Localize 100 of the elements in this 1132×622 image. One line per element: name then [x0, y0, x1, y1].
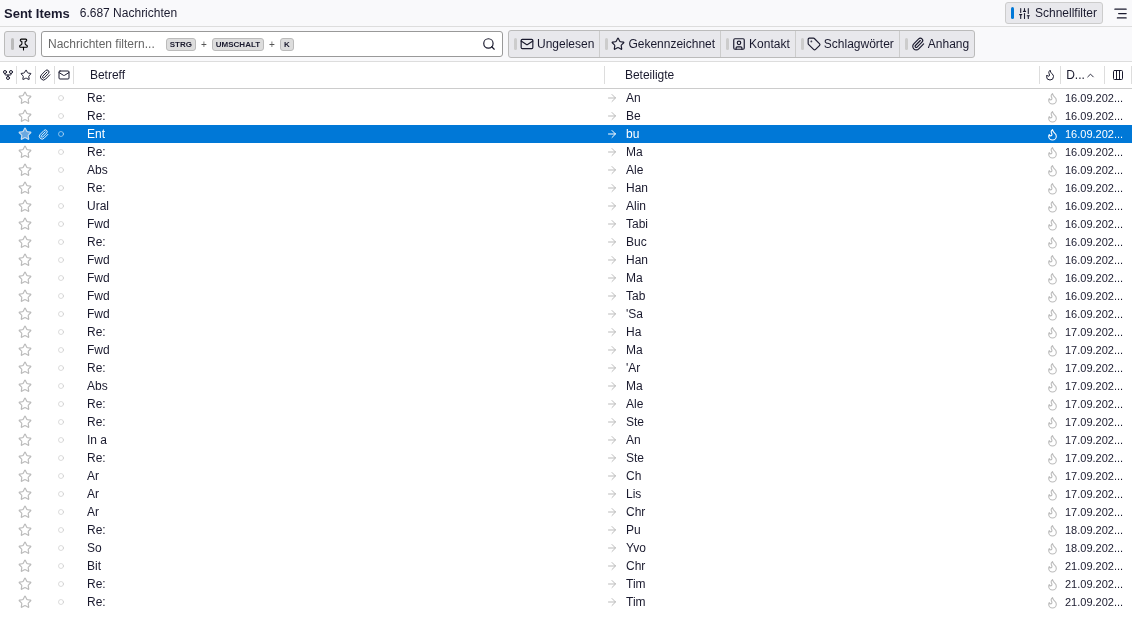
star-icon[interactable]	[18, 505, 32, 519]
read-dot-icon[interactable]	[58, 167, 64, 173]
star-icon[interactable]	[18, 307, 32, 321]
column-picker-icon[interactable]	[1112, 69, 1125, 81]
read-dot-icon[interactable]	[58, 437, 64, 443]
star-icon[interactable]	[18, 559, 32, 573]
star-icon[interactable]	[19, 69, 32, 81]
subject-text: Re:	[86, 181, 107, 195]
date-column-header[interactable]: D...	[1061, 66, 1106, 84]
star-icon[interactable]	[18, 289, 32, 303]
arrow-icon	[606, 596, 618, 608]
filter-field[interactable]: Nachrichten filtern... STRG + UMSCHALT + K	[41, 31, 503, 57]
date-text: 16.09.202...	[1064, 146, 1125, 158]
read-dot-icon[interactable]	[58, 383, 64, 389]
correspondent-text: Tim	[625, 577, 647, 591]
read-dot-icon[interactable]	[58, 95, 64, 101]
read-dot-icon[interactable]	[58, 221, 64, 227]
contact-card-icon	[732, 37, 747, 51]
star-icon[interactable]	[18, 379, 32, 393]
star-icon[interactable]	[18, 199, 32, 213]
read-dot-icon[interactable]	[58, 257, 64, 263]
subject-column-header[interactable]: Betreff	[73, 66, 605, 84]
pin-button[interactable]	[4, 31, 36, 57]
quick-filter-button[interactable]: Schnellfilter	[1004, 2, 1103, 24]
thread-icon[interactable]	[2, 69, 14, 81]
layout-icon[interactable]	[1113, 5, 1128, 21]
read-dot-icon[interactable]	[58, 527, 64, 533]
star-icon[interactable]	[18, 163, 32, 177]
star-icon[interactable]	[18, 397, 32, 411]
correspondent-text: Ma	[625, 343, 644, 357]
star-icon[interactable]	[18, 487, 32, 501]
star-icon[interactable]	[18, 145, 32, 159]
date-text: 17.09.202...	[1064, 416, 1125, 428]
star-icon[interactable]	[18, 469, 32, 483]
read-dot-icon[interactable]	[58, 365, 64, 371]
read-dot-icon[interactable]	[58, 599, 64, 605]
filter-toggle-button[interactable]: Anhang	[899, 31, 975, 57]
paperclip-icon[interactable]	[38, 69, 51, 81]
date-text: 16.09.202...	[1064, 128, 1125, 140]
star-icon[interactable]	[18, 181, 32, 195]
date-text: 18.09.202...	[1064, 542, 1125, 554]
star-icon[interactable]	[18, 235, 32, 249]
read-dot-icon[interactable]	[58, 347, 64, 353]
star-icon[interactable]	[18, 271, 32, 285]
read-dot-icon[interactable]	[58, 113, 64, 119]
read-dot-icon[interactable]	[58, 581, 64, 587]
read-dot-icon[interactable]	[58, 239, 64, 245]
correspondent-text: Buc	[625, 235, 648, 249]
read-dot-icon[interactable]	[58, 473, 64, 479]
key-cap: K	[279, 37, 294, 51]
star-icon[interactable]	[18, 523, 32, 537]
correspondents-column-header[interactable]: Beteiligte	[604, 66, 1041, 84]
date-text: 17.09.202...	[1064, 398, 1125, 410]
read-dot-icon[interactable]	[58, 203, 64, 209]
date-text: 16.09.202...	[1064, 200, 1125, 212]
star-icon[interactable]	[18, 91, 32, 105]
star-icon[interactable]	[18, 217, 32, 231]
star-icon[interactable]	[18, 541, 32, 555]
filter-toggle-button[interactable]: Ungelesen	[509, 31, 601, 57]
date-text: 17.09.202...	[1064, 506, 1125, 518]
read-dot-icon[interactable]	[58, 311, 64, 317]
read-dot-icon[interactable]	[58, 455, 64, 461]
read-dot-icon[interactable]	[58, 185, 64, 191]
star-icon[interactable]	[18, 451, 32, 465]
star-icon[interactable]	[18, 433, 32, 447]
correspondent-text: An	[625, 433, 642, 447]
star-icon[interactable]	[18, 595, 32, 609]
subject-text: Re:	[86, 595, 107, 609]
date-text: 17.09.202...	[1064, 380, 1125, 392]
read-dot-icon[interactable]	[58, 401, 64, 407]
read-dot-icon[interactable]	[58, 563, 64, 569]
filter-toggle-button[interactable]: Schlagwörter	[795, 31, 900, 57]
read-dot-icon[interactable]	[58, 491, 64, 497]
read-dot-icon[interactable]	[58, 509, 64, 515]
read-dot-icon[interactable]	[58, 419, 64, 425]
star-icon[interactable]	[18, 361, 32, 375]
star-icon[interactable]	[18, 577, 32, 591]
date-text: 16.09.202...	[1064, 236, 1125, 248]
arrow-icon	[606, 434, 618, 446]
star-icon[interactable]	[18, 325, 32, 339]
subject-text: Abs	[86, 163, 109, 177]
read-dot-icon[interactable]	[58, 149, 64, 155]
read-dot-icon[interactable]	[58, 275, 64, 281]
star-icon[interactable]	[18, 109, 32, 123]
star-icon[interactable]	[18, 415, 32, 429]
correspondent-text: Ale	[625, 397, 645, 411]
filter-toggle-button[interactable]: Kontakt	[721, 31, 796, 57]
arrow-icon	[606, 524, 618, 536]
filter-toggle-button[interactable]: Gekennzeichnet	[600, 31, 722, 57]
flame-icon[interactable]	[1044, 69, 1057, 81]
read-dot-icon[interactable]	[58, 329, 64, 335]
arrow-icon	[606, 578, 618, 590]
envelope-icon[interactable]	[57, 69, 70, 81]
read-dot-icon[interactable]	[58, 545, 64, 551]
star-icon[interactable]	[18, 343, 32, 357]
date-text: 16.09.202...	[1064, 218, 1125, 230]
correspondent-text: bu	[625, 127, 641, 141]
star-icon[interactable]	[18, 253, 32, 267]
read-dot-icon[interactable]	[58, 293, 64, 299]
folder-name: Sent Items	[4, 5, 70, 21]
